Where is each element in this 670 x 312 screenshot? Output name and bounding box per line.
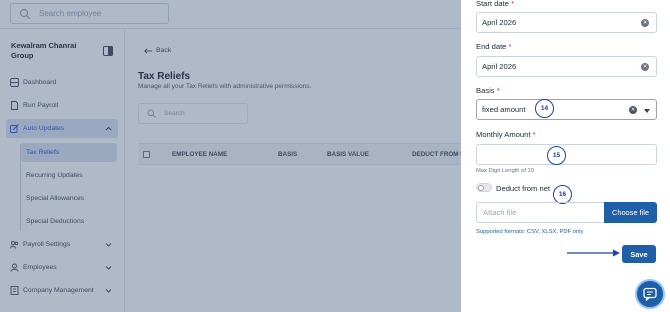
end-date-label-text: End date bbox=[476, 42, 507, 51]
end-date-field[interactable]: April 2026 ✕ bbox=[476, 56, 657, 77]
max-digit-hint: Max Digit Length of 10 bbox=[476, 168, 535, 174]
monthly-amount-input[interactable] bbox=[476, 144, 657, 165]
required-asterisk: * bbox=[508, 42, 512, 51]
step-badge-15: 15 bbox=[547, 146, 566, 165]
chat-support-button[interactable] bbox=[635, 279, 665, 309]
basis-value: fixed amount bbox=[482, 105, 526, 114]
start-date-value: April 2026 bbox=[482, 18, 517, 27]
end-date-label: End date * bbox=[476, 42, 512, 51]
attach-file-placeholder: Attach file bbox=[483, 208, 517, 217]
required-asterisk: * bbox=[511, 0, 515, 8]
basis-label-text: Basis bbox=[476, 86, 495, 95]
deduct-from-net-label: Deduct from net bbox=[496, 184, 551, 193]
basis-select[interactable]: fixed amount ✕ bbox=[476, 99, 657, 120]
step-badge-14: 14 bbox=[535, 99, 554, 118]
required-asterisk: * bbox=[496, 86, 500, 95]
required-asterisk: * bbox=[532, 130, 536, 139]
start-date-field[interactable]: April 2026 ✕ bbox=[476, 12, 657, 33]
chat-icon bbox=[643, 287, 657, 301]
deduct-from-net-toggle[interactable] bbox=[476, 183, 492, 192]
clear-icon[interactable]: ✕ bbox=[629, 106, 637, 114]
save-button[interactable]: Save bbox=[622, 245, 656, 263]
modal-backdrop[interactable] bbox=[0, 0, 461, 312]
monthly-amount-label-text: Monthly Amount bbox=[476, 130, 531, 139]
toggle-knob bbox=[478, 184, 484, 191]
clear-icon[interactable]: ✕ bbox=[641, 19, 649, 27]
choose-file-button[interactable]: Choose file bbox=[604, 202, 657, 223]
clear-icon[interactable]: ✕ bbox=[641, 63, 649, 71]
tax-relief-form-panel: Start date * April 2026 ✕ End date * Apr… bbox=[461, 0, 670, 312]
basis-label: Basis * bbox=[476, 86, 500, 95]
monthly-amount-label: Monthly Amount * bbox=[476, 130, 536, 139]
start-date-label: Start date * bbox=[476, 0, 514, 8]
dropdown-caret-icon[interactable] bbox=[644, 109, 650, 113]
arrow-right-icon bbox=[567, 249, 620, 257]
supported-formats-hint: Supported formats: CSV, XLSX, PDF only bbox=[476, 229, 584, 235]
end-date-value: April 2026 bbox=[482, 62, 517, 71]
attach-file-input[interactable]: Attach file bbox=[476, 202, 604, 223]
start-date-label-text: Start date bbox=[476, 0, 509, 8]
